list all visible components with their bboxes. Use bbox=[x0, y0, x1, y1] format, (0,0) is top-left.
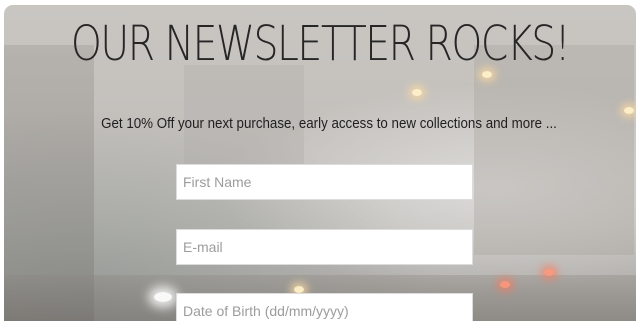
background-light bbox=[500, 281, 510, 288]
page: OUR NEWSLETTER ROCKS! Get 10% Off your n… bbox=[0, 0, 638, 321]
first-name-input[interactable] bbox=[176, 164, 473, 200]
background-light bbox=[154, 292, 172, 302]
newsletter-banner: OUR NEWSLETTER ROCKS! Get 10% Off your n… bbox=[4, 5, 636, 321]
background-light bbox=[294, 286, 304, 293]
date-of-birth-input[interactable] bbox=[176, 293, 473, 321]
background-light bbox=[544, 269, 554, 276]
background-light bbox=[412, 89, 422, 96]
newsletter-subtitle: Get 10% Off your next purchase, early ac… bbox=[101, 116, 557, 132]
email-input[interactable] bbox=[176, 229, 473, 265]
newsletter-title: OUR NEWSLETTER ROCKS! bbox=[70, 16, 571, 72]
